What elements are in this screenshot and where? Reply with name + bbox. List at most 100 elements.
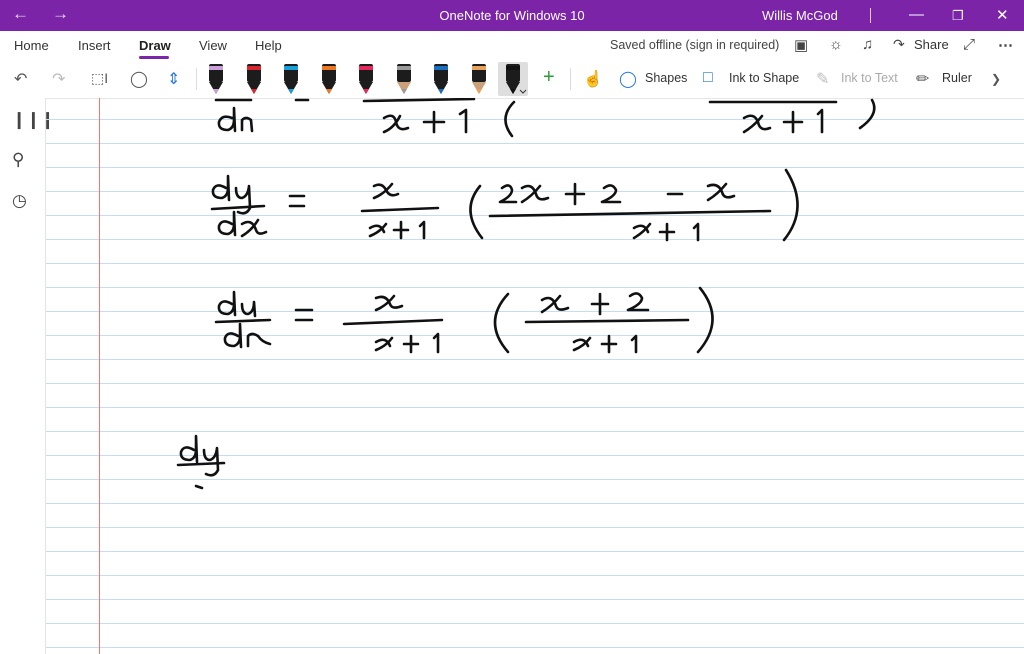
ink-stroke — [658, 222, 676, 242]
title-separator — [870, 8, 871, 23]
pen-color-band — [359, 66, 373, 70]
ink-stroke — [524, 318, 690, 324]
ink-stroke — [211, 174, 231, 202]
ink-stroke — [392, 220, 410, 240]
ink-stroke — [374, 294, 404, 312]
minimize-icon[interactable]: — — [909, 6, 924, 23]
pen-nib — [325, 89, 332, 94]
pen-pencil-6[interactable] — [394, 62, 414, 96]
tab-help[interactable]: Help — [255, 38, 282, 53]
ink-stroke — [742, 114, 772, 134]
pen-color-band — [246, 66, 261, 70]
pen-nib — [213, 89, 219, 94]
toolbar-divider — [196, 68, 197, 90]
ink-stroke — [214, 318, 272, 324]
search-icon[interactable]: ⚲ — [12, 150, 24, 170]
ink-stroke — [432, 332, 440, 354]
ink-stroke — [469, 184, 484, 240]
handwritten-ink — [176, 98, 876, 490]
pen-nib — [510, 89, 516, 94]
ink-stroke — [600, 184, 622, 204]
ink-stroke — [858, 98, 876, 130]
ink-stroke — [540, 294, 570, 314]
redo-icon[interactable]: ↷ — [52, 69, 65, 89]
close-icon[interactable]: ✕ — [996, 6, 1009, 24]
ink-stroke — [402, 334, 420, 354]
ink-stroke — [217, 290, 237, 317]
add-pen-icon[interactable]: + — [543, 66, 555, 89]
pen-color-band — [471, 66, 486, 70]
ink-to-shape-icon: □ — [703, 69, 713, 86]
ink-stroke — [179, 434, 199, 464]
lasso-select-icon[interactable]: ◯ — [130, 69, 148, 89]
ink-stroke — [520, 184, 550, 204]
ink-stroke — [632, 222, 652, 240]
draw-toolbar: ↶ ↷ ⬚I ◯ ⇕ + ☝ ◯ Shapes □ Ink to Shape ✎… — [0, 60, 1024, 99]
chevron-down-icon[interactable]: ❯ — [991, 72, 1001, 86]
ink-stroke — [374, 336, 394, 352]
pen-nib — [363, 89, 369, 94]
ink-stroke — [246, 332, 272, 348]
pen-color-band — [506, 66, 520, 70]
shapes-button[interactable]: Shapes — [645, 71, 687, 85]
ink-stroke — [600, 334, 618, 354]
ink-stroke — [418, 220, 426, 240]
user-name[interactable]: Willis McGod — [762, 8, 838, 23]
ink-stroke — [498, 184, 518, 204]
ink-stroke — [692, 222, 700, 242]
ink-stroke — [360, 206, 440, 213]
tab-draw[interactable]: Draw — [139, 38, 171, 53]
pen-pen-4[interactable] — [319, 62, 339, 96]
ink-stroke — [572, 336, 592, 352]
share-button[interactable]: Share — [914, 37, 949, 52]
pen-nib — [438, 89, 444, 94]
tab-insert[interactable]: Insert — [78, 38, 111, 53]
pen-color-band — [434, 66, 448, 70]
ink-stroke — [706, 182, 736, 202]
pen-pencil-8[interactable] — [469, 62, 489, 96]
pen-pen-7[interactable] — [431, 62, 451, 96]
bell-icon[interactable]: ♫ — [862, 36, 873, 53]
ink-stroke — [342, 318, 444, 326]
ink-stroke — [223, 322, 243, 349]
ink-stroke — [240, 300, 257, 318]
add-space-icon[interactable]: ⇕ — [167, 69, 180, 89]
tab-view[interactable]: View — [199, 38, 227, 53]
sync-status: Saved offline (sign in required) — [610, 38, 780, 52]
ink-stroke — [217, 210, 237, 237]
ink-stroke — [493, 292, 510, 354]
tab-home[interactable]: Home — [14, 38, 49, 53]
clock-icon[interactable]: ◷ — [12, 191, 27, 211]
ink-stroke — [564, 182, 586, 206]
pen-pen-2[interactable] — [244, 62, 264, 96]
ink-stroke — [202, 446, 220, 477]
pen-highlighter-1[interactable] — [206, 62, 226, 96]
ink-stroke — [488, 209, 772, 218]
ink-to-text-icon: ✎ — [816, 71, 830, 88]
type-select-icon[interactable]: ⬚I — [91, 70, 108, 87]
chevron-down-icon — [519, 89, 527, 94]
ruler-button[interactable]: Ruler — [942, 71, 972, 85]
lightbulb-icon[interactable]: ☼ — [829, 36, 843, 53]
ink-stroke — [240, 116, 254, 133]
ink-to-text-button[interactable]: Ink to Text — [841, 71, 898, 85]
ink-stroke — [194, 484, 204, 490]
title-bar: ← → OneNote for Windows 10 Willis McGod … — [0, 0, 1024, 31]
ink-stroke — [696, 286, 714, 354]
pen-nib — [288, 89, 294, 94]
ink-to-shape-button[interactable]: Ink to Shape — [729, 71, 799, 85]
ink-stroke — [782, 110, 804, 134]
undo-icon[interactable]: ↶ — [14, 69, 27, 89]
note-page-canvas[interactable] — [46, 98, 1024, 654]
more-options-icon[interactable]: ⋯ — [998, 36, 1013, 54]
ink-stroke — [240, 218, 268, 238]
notebook-icon[interactable]: ▣ — [794, 36, 808, 54]
touch-draw-icon[interactable]: ☝ — [583, 69, 603, 89]
expand-icon[interactable]: ⤢ — [963, 36, 975, 53]
pen-highlighter-5[interactable] — [356, 62, 376, 96]
pen-color-band — [284, 66, 298, 70]
restore-icon[interactable]: ❐ — [952, 8, 964, 24]
pen-pen-9[interactable] — [498, 62, 528, 96]
pen-pen-3[interactable] — [281, 62, 301, 96]
ink-stroke — [816, 108, 824, 134]
